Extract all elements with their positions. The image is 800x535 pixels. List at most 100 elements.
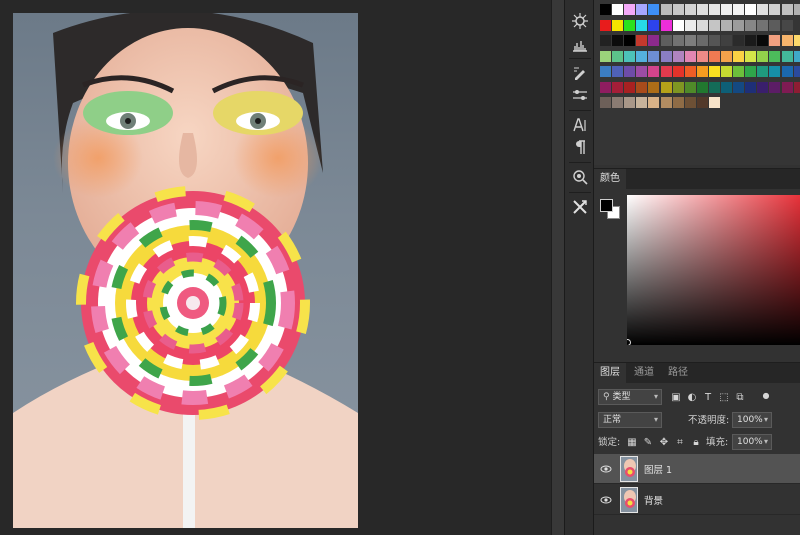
- color-swatch[interactable]: [684, 4, 696, 15]
- color-swatch[interactable]: [757, 66, 769, 77]
- color-swatch[interactable]: [624, 50, 636, 62]
- color-swatch[interactable]: [769, 4, 781, 15]
- color-swatch[interactable]: [672, 81, 684, 93]
- color-swatch[interactable]: [624, 19, 636, 31]
- color-swatch[interactable]: [612, 97, 624, 108]
- lock-artboard-icon[interactable]: ⌗: [674, 437, 686, 449]
- tab-layers[interactable]: 图层: [594, 363, 626, 383]
- color-swatch[interactable]: [672, 97, 684, 108]
- eye-icon[interactable]: [600, 463, 612, 475]
- properties-icon[interactable]: [568, 166, 592, 188]
- tab-channels[interactable]: 通道: [628, 363, 660, 383]
- color-swatch[interactable]: [648, 97, 660, 108]
- layer-filter-kind-select[interactable]: ⚲ 类型 ▾: [598, 389, 662, 405]
- color-swatch[interactable]: [721, 81, 732, 93]
- color-swatch[interactable]: [733, 19, 745, 31]
- color-swatch[interactable]: [733, 81, 745, 93]
- color-swatch[interactable]: [733, 50, 745, 62]
- tab-paths[interactable]: 路径: [662, 363, 694, 383]
- color-swatch[interactable]: [612, 19, 624, 31]
- color-swatch[interactable]: [793, 19, 800, 31]
- color-swatch[interactable]: [636, 35, 648, 46]
- character-icon[interactable]: [568, 114, 592, 136]
- color-swatch[interactable]: [793, 81, 800, 93]
- color-swatch[interactable]: [745, 4, 757, 15]
- color-swatch[interactable]: [793, 35, 800, 46]
- color-swatch[interactable]: [636, 50, 648, 62]
- color-swatch[interactable]: [769, 35, 781, 46]
- color-swatch[interactable]: [708, 50, 720, 62]
- color-swatch[interactable]: [769, 81, 781, 93]
- color-swatch[interactable]: [721, 35, 732, 46]
- color-swatch[interactable]: [600, 4, 611, 15]
- foreground-color-swatch[interactable]: [600, 199, 613, 212]
- opacity-input[interactable]: 100% ▾: [732, 412, 772, 428]
- color-swatch[interactable]: [648, 4, 660, 15]
- color-swatch[interactable]: [612, 35, 624, 46]
- color-swatch[interactable]: [708, 19, 720, 31]
- color-swatch[interactable]: [612, 81, 624, 93]
- color-swatch[interactable]: [660, 81, 672, 93]
- color-swatch[interactable]: [708, 97, 720, 108]
- filter-toggle-icon[interactable]: ●: [760, 390, 772, 402]
- color-swatch[interactable]: [684, 50, 696, 62]
- color-swatch[interactable]: [660, 50, 672, 62]
- layer-name[interactable]: 背景: [644, 493, 663, 507]
- type-filter-icon[interactable]: T: [702, 392, 714, 404]
- color-swatch[interactable]: [721, 19, 732, 31]
- color-swatch[interactable]: [696, 50, 708, 62]
- color-swatch[interactable]: [636, 97, 648, 108]
- color-swatch[interactable]: [624, 35, 636, 46]
- color-swatch[interactable]: [757, 50, 769, 62]
- color-swatch[interactable]: [672, 66, 684, 77]
- eye-icon[interactable]: [600, 494, 612, 506]
- color-swatch[interactable]: [745, 50, 757, 62]
- color-swatch[interactable]: [612, 4, 624, 15]
- color-swatch[interactable]: [660, 66, 672, 77]
- color-swatch[interactable]: [745, 81, 757, 93]
- color-swatch[interactable]: [600, 35, 611, 46]
- color-swatch[interactable]: [745, 35, 757, 46]
- pixel-filter-icon[interactable]: ▣: [670, 392, 682, 404]
- color-swatch[interactable]: [733, 35, 745, 46]
- color-swatch[interactable]: [648, 81, 660, 93]
- lock-image-icon[interactable]: ✎: [642, 437, 654, 449]
- color-swatch[interactable]: [600, 19, 611, 31]
- color-swatch[interactable]: [721, 66, 732, 77]
- color-swatch[interactable]: [600, 97, 611, 108]
- color-swatch[interactable]: [745, 66, 757, 77]
- lock-all-icon[interactable]: 🔒︎: [690, 437, 702, 449]
- color-swatch[interactable]: [684, 97, 696, 108]
- color-swatch[interactable]: [636, 66, 648, 77]
- color-swatch[interactable]: [721, 4, 732, 15]
- panel-separator[interactable]: [551, 0, 564, 535]
- color-swatch[interactable]: [708, 66, 720, 77]
- layer-thumbnail[interactable]: [620, 456, 638, 482]
- color-swatch[interactable]: [648, 19, 660, 31]
- color-swatch[interactable]: [696, 66, 708, 77]
- color-swatch[interactable]: [708, 35, 720, 46]
- color-swatch[interactable]: [757, 4, 769, 15]
- color-swatch[interactable]: [684, 81, 696, 93]
- brush-settings-icon[interactable]: [568, 62, 592, 84]
- document-canvas[interactable]: [0, 0, 551, 535]
- color-swatch[interactable]: [781, 35, 793, 46]
- color-swatch[interactable]: [781, 4, 793, 15]
- color-swatch[interactable]: [781, 19, 793, 31]
- adjustment-filter-icon[interactable]: ◐: [686, 392, 698, 404]
- color-swatch[interactable]: [636, 19, 648, 31]
- color-swatch[interactable]: [624, 97, 636, 108]
- color-swatch[interactable]: [769, 50, 781, 62]
- color-swatch[interactable]: [672, 50, 684, 62]
- color-swatch[interactable]: [696, 81, 708, 93]
- color-swatch[interactable]: [660, 97, 672, 108]
- color-swatch[interactable]: [600, 66, 611, 77]
- color-swatch[interactable]: [600, 81, 611, 93]
- color-swatch[interactable]: [684, 66, 696, 77]
- color-swatch[interactable]: [708, 81, 720, 93]
- color-swatch[interactable]: [684, 19, 696, 31]
- color-swatch[interactable]: [781, 81, 793, 93]
- color-swatch[interactable]: [781, 50, 793, 62]
- fill-input[interactable]: 100% ▾: [732, 434, 772, 450]
- color-swatch[interactable]: [769, 19, 781, 31]
